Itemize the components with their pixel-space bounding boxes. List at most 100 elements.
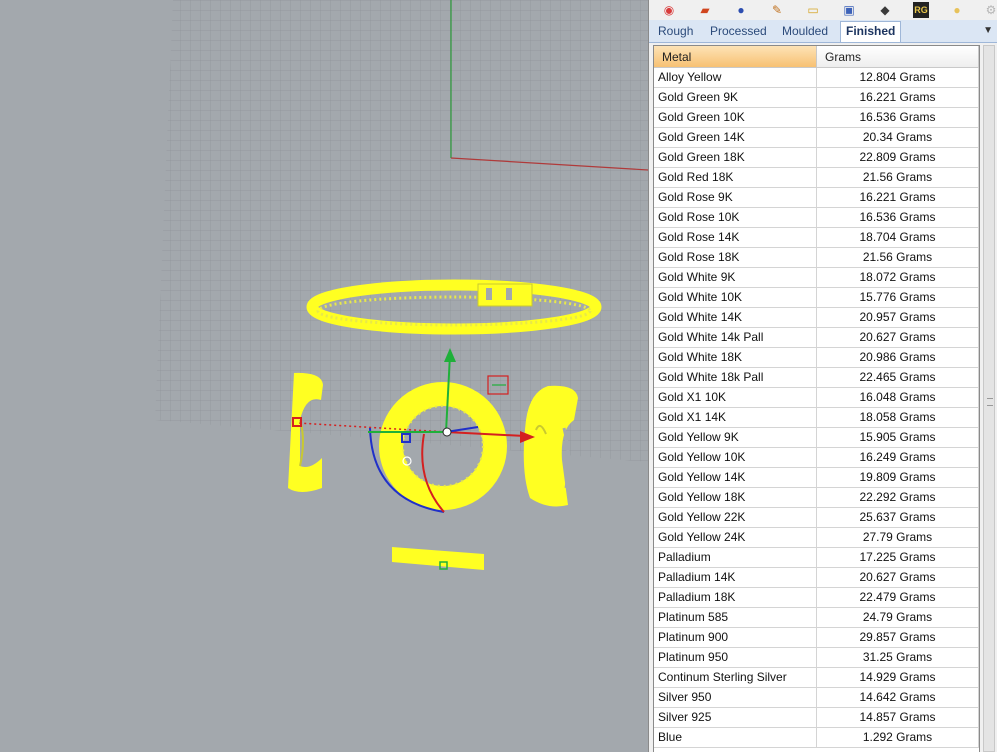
grams-value-cell: 17.225 Grams: [817, 548, 979, 568]
grams-value-cell: 22.465 Grams: [817, 368, 979, 388]
table-row[interactable]: Gold White 14k Pall 20.627 Grams: [654, 328, 979, 348]
table-row[interactable]: Platinum 950 31.25 Grams: [654, 648, 979, 668]
grams-value-cell: 16.221 Grams: [817, 88, 979, 108]
table-row[interactable]: Silver 925 14.857 Grams: [654, 708, 979, 728]
grams-value-cell: 20.34 Grams: [817, 128, 979, 148]
metal-name-cell: Silver 925: [654, 708, 817, 728]
table-scrollbar[interactable]: [982, 45, 996, 752]
table-row[interactable]: Gold Green 14K 20.34 Grams: [654, 128, 979, 148]
gem-icon[interactable]: ◆: [877, 2, 893, 18]
table-row[interactable]: Gold White 18k Pall 22.465 Grams: [654, 368, 979, 388]
paint-brush-icon[interactable]: ✎: [769, 2, 785, 18]
grams-value-cell: 22.479 Grams: [817, 588, 979, 608]
grams-value-cell: 19.809 Grams: [817, 468, 979, 488]
folder-icon[interactable]: ▭: [805, 2, 821, 18]
table-row[interactable]: Palladium 18K 22.479 Grams: [654, 588, 979, 608]
table-row[interactable]: Gold Green 10K 16.536 Grams: [654, 108, 979, 128]
grams-value-cell: 14.929 Grams: [817, 668, 979, 688]
grams-value-cell: 20.986 Grams: [817, 348, 979, 368]
metal-name-cell: Gold Yellow 9K: [654, 428, 817, 448]
metal-name-cell: Gold Green 18K: [654, 148, 817, 168]
metal-name-cell: Gold Yellow 10K: [654, 448, 817, 468]
table-header: Metal Grams: [654, 46, 979, 68]
metal-name-cell: Gold Rose 9K: [654, 188, 817, 208]
grams-value-cell: 16.536 Grams: [817, 108, 979, 128]
table-row[interactable]: Gold Yellow 9K 15.905 Grams: [654, 428, 979, 448]
grams-value-cell: 20.627 Grams: [817, 328, 979, 348]
grams-value-cell: 16.536 Grams: [817, 208, 979, 228]
grams-value-cell: 16.048 Grams: [817, 388, 979, 408]
rg-logo-icon[interactable]: RG: [913, 2, 929, 18]
table-row[interactable]: Gold Rose 14K 18.704 Grams: [654, 228, 979, 248]
table-row[interactable]: Alloy Yellow 12.804 Grams: [654, 68, 979, 88]
metal-name-cell: Gold Rose 14K: [654, 228, 817, 248]
table-row[interactable]: Continum Sterling Silver 14.929 Grams: [654, 668, 979, 688]
grams-value-cell: 14.642 Grams: [817, 688, 979, 708]
metal-name-cell: Gold Rose 18K: [654, 248, 817, 268]
monitor-icon[interactable]: ▣: [841, 2, 857, 18]
grams-value-cell: 16.221 Grams: [817, 188, 979, 208]
metal-name-cell: Gold Green 10K: [654, 108, 817, 128]
metal-name-cell: Palladium 14K: [654, 568, 817, 588]
metal-name-cell: Gold Green 9K: [654, 88, 817, 108]
table-row[interactable]: Gold White 14K 20.957 Grams: [654, 308, 979, 328]
gold-sphere-icon[interactable]: ●: [949, 2, 965, 18]
table-row[interactable]: Gold White 10K 15.776 Grams: [654, 288, 979, 308]
metal-name-cell: Gold X1 10K: [654, 388, 817, 408]
metal-name-cell: Gold Yellow 24K: [654, 528, 817, 548]
scrollbar-thumb[interactable]: [983, 45, 995, 752]
table-row[interactable]: Platinum 900 29.857 Grams: [654, 628, 979, 648]
metal-name-cell: Gold Red 18K: [654, 168, 817, 188]
table-row[interactable]: Palladium 14K 20.627 Grams: [654, 568, 979, 588]
metal-name-cell: Alloy Yellow: [654, 68, 817, 88]
table-row[interactable]: Gold Yellow 18K 22.292 Grams: [654, 488, 979, 508]
table-row[interactable]: Gold X1 10K 16.048 Grams: [654, 388, 979, 408]
scrollbar-grip-icon: [987, 398, 993, 406]
color-wheel-icon[interactable]: ◉: [661, 2, 677, 18]
table-row[interactable]: Gold Rose 9K 16.221 Grams: [654, 188, 979, 208]
table-row[interactable]: Gold Yellow 10K 16.249 Grams: [654, 448, 979, 468]
table-body: Alloy Yellow 12.804 Grams Gold Green 9K 16.…: [654, 68, 979, 748]
table-row[interactable]: Gold Green 9K 16.221 Grams: [654, 88, 979, 108]
table-row[interactable]: Gold Rose 18K 21.56 Grams: [654, 248, 979, 268]
weight-stage-tabs: Rough Processed Moulded Finished: [649, 20, 997, 43]
tab-moulded[interactable]: Moulded: [782, 23, 828, 42]
table-row[interactable]: Palladium 17.225 Grams: [654, 548, 979, 568]
grams-value-cell: 15.776 Grams: [817, 288, 979, 308]
tab-processed[interactable]: Processed: [710, 23, 767, 42]
grams-value-cell: 20.957 Grams: [817, 308, 979, 328]
table-row[interactable]: Gold White 18K 20.986 Grams: [654, 348, 979, 368]
viewport-canvas[interactable]: [0, 0, 648, 752]
table-row[interactable]: Platinum 585 24.79 Grams: [654, 608, 979, 628]
grams-value-cell: 15.905 Grams: [817, 428, 979, 448]
table-row[interactable]: Gold White 9K 18.072 Grams: [654, 268, 979, 288]
table-row[interactable]: Blue 1.292 Grams: [654, 728, 979, 748]
table-row[interactable]: Gold X1 14K 18.058 Grams: [654, 408, 979, 428]
table-row[interactable]: Gold Rose 10K 16.536 Grams: [654, 208, 979, 228]
3d-viewport[interactable]: [0, 0, 648, 752]
tab-finished[interactable]: Finished: [840, 21, 902, 42]
tabs-dropdown-icon[interactable]: ▼: [983, 25, 993, 36]
sphere-render-icon[interactable]: ●: [733, 2, 749, 18]
table-row[interactable]: Gold Red 18K 21.56 Grams: [654, 168, 979, 188]
metal-name-cell: Blue: [654, 728, 817, 748]
metal-name-cell: Gold White 18k Pall: [654, 368, 817, 388]
table-row[interactable]: Silver 950 14.642 Grams: [654, 688, 979, 708]
metal-name-cell: Gold Green 14K: [654, 128, 817, 148]
metal-name-cell: Gold White 18K: [654, 348, 817, 368]
column-header-grams[interactable]: Grams: [817, 46, 979, 68]
table-row[interactable]: Gold Yellow 14K 19.809 Grams: [654, 468, 979, 488]
table-row[interactable]: Gold Green 18K 22.809 Grams: [654, 148, 979, 168]
metal-weight-panel: ◉ ▰ ● ✎ ▭ ▣ ◆ RG ● ⚙ Rough Processed Moulded Fini…: [648, 0, 997, 752]
column-header-metal[interactable]: Metal: [654, 46, 817, 68]
metal-name-cell: Gold White 10K: [654, 288, 817, 308]
settings-icon[interactable]: ⚙: [983, 2, 997, 18]
table-row[interactable]: Gold Yellow 24K 27.79 Grams: [654, 528, 979, 548]
box-icon[interactable]: ▰: [697, 2, 713, 18]
gumball-origin[interactable]: [442, 427, 452, 437]
table-row[interactable]: Gold Yellow 22K 25.637 Grams: [654, 508, 979, 528]
tab-rough[interactable]: Rough: [658, 23, 693, 42]
metal-name-cell: Gold X1 14K: [654, 408, 817, 428]
grams-value-cell: 18.704 Grams: [817, 228, 979, 248]
grams-value-cell: 25.637 Grams: [817, 508, 979, 528]
